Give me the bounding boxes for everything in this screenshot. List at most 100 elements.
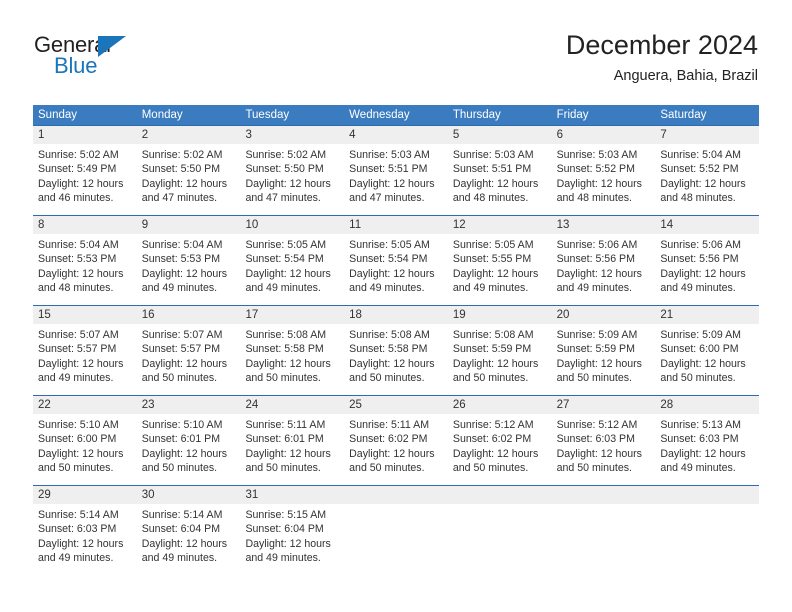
sunset-text: Sunset: 6:00 PM xyxy=(38,433,117,446)
daylight-text-line1: Daylight: 12 hours xyxy=(452,447,539,460)
day-number: 5 xyxy=(452,129,460,141)
week-detail-row: Sunrise: 5:02 AM Sunset: 5:49 PM Dayligh… xyxy=(33,144,759,215)
daylight-text-line2: and 49 minutes. xyxy=(245,282,321,295)
daylight-text-line1: Daylight: 12 hours xyxy=(141,267,228,280)
daylight-text-line2: and 50 minutes. xyxy=(38,462,114,475)
day-cell[interactable]: Sunrise: 5:06 AM Sunset: 5:56 PM Dayligh… xyxy=(655,234,759,305)
sunrise-text: Sunrise: 5:08 AM xyxy=(349,329,430,341)
day-cell[interactable]: Sunrise: 5:11 AM Sunset: 6:01 PM Dayligh… xyxy=(240,414,344,485)
daylight-text-line1: Daylight: 12 hours xyxy=(38,357,124,370)
sunrise-text: Sunrise: 5:14 AM xyxy=(38,509,119,521)
daylight-text-line1: Daylight: 12 hours xyxy=(556,177,642,190)
day-cell[interactable]: Sunrise: 5:14 AM Sunset: 6:03 PM Dayligh… xyxy=(33,504,137,575)
day-cell[interactable]: Sunrise: 5:04 AM Sunset: 5:52 PM Dayligh… xyxy=(655,144,759,215)
daylight-text-line2: and 50 minutes. xyxy=(245,462,321,475)
daylight-text-line1: Daylight: 12 hours xyxy=(245,537,331,550)
day-cell-empty xyxy=(448,504,552,575)
daylight-text-line2: and 46 minutes. xyxy=(38,192,114,205)
day-number: 7 xyxy=(660,129,667,141)
general-blue-logo[interactable]: General Blue xyxy=(34,33,164,85)
day-number: 27 xyxy=(556,399,570,411)
daylight-text-line1: Daylight: 12 hours xyxy=(141,537,228,550)
day-number: 15 xyxy=(38,309,51,321)
sunrise-text: Sunrise: 5:03 AM xyxy=(452,149,534,161)
day-number: 28 xyxy=(660,399,674,411)
daylight-text-line2: and 47 minutes. xyxy=(245,192,321,205)
day-cell[interactable]: Sunrise: 5:03 AM Sunset: 5:51 PM Dayligh… xyxy=(344,144,448,215)
week-row: 1 2 3 4 5 6 7 Sunrise: 5:02 AM Sunset: 5… xyxy=(33,125,759,215)
sunrise-text: Sunrise: 5:03 AM xyxy=(556,149,638,161)
day-cell[interactable]: Sunrise: 5:09 AM Sunset: 6:00 PM Dayligh… xyxy=(655,324,759,395)
daylight-text-line1: Daylight: 12 hours xyxy=(141,357,228,370)
day-number: 22 xyxy=(38,399,51,411)
day-cell[interactable]: Sunrise: 5:12 AM Sunset: 6:03 PM Dayligh… xyxy=(552,414,656,485)
sunset-text: Sunset: 6:01 PM xyxy=(245,433,324,446)
day-cell[interactable]: Sunrise: 5:05 AM Sunset: 5:54 PM Dayligh… xyxy=(240,234,344,305)
sunset-text: Sunset: 6:03 PM xyxy=(38,523,117,536)
daylight-text-line1: Daylight: 12 hours xyxy=(38,447,124,460)
sunset-text: Sunset: 5:54 PM xyxy=(349,253,428,266)
day-cell[interactable]: Sunrise: 5:03 AM Sunset: 5:51 PM Dayligh… xyxy=(448,144,552,215)
day-number: 11 xyxy=(349,219,362,231)
daylight-text-line2: and 49 minutes. xyxy=(452,282,529,295)
day-number: 6 xyxy=(556,129,563,141)
week-daynumber-band: 8 9 10 11 12 13 14 xyxy=(33,216,759,234)
page-title: December 2024 xyxy=(565,30,758,60)
day-cell[interactable]: Sunrise: 5:06 AM Sunset: 5:56 PM Dayligh… xyxy=(552,234,656,305)
daylight-text-line2: and 50 minutes. xyxy=(660,372,736,385)
sunrise-text: Sunrise: 5:06 AM xyxy=(556,239,638,251)
weekday-header-saturday: Saturday xyxy=(660,109,707,121)
day-cell[interactable]: Sunrise: 5:11 AM Sunset: 6:02 PM Dayligh… xyxy=(344,414,448,485)
day-cell[interactable]: Sunrise: 5:04 AM Sunset: 5:53 PM Dayligh… xyxy=(33,234,137,305)
sunrise-text: Sunrise: 5:02 AM xyxy=(38,149,119,161)
day-cell[interactable]: Sunrise: 5:08 AM Sunset: 5:59 PM Dayligh… xyxy=(448,324,552,395)
sunrise-text: Sunrise: 5:09 AM xyxy=(556,329,638,341)
day-number: 29 xyxy=(38,489,51,501)
day-cell[interactable]: Sunrise: 5:10 AM Sunset: 6:01 PM Dayligh… xyxy=(137,414,241,485)
day-cell[interactable]: Sunrise: 5:10 AM Sunset: 6:00 PM Dayligh… xyxy=(33,414,137,485)
day-cell[interactable]: Sunrise: 5:09 AM Sunset: 5:59 PM Dayligh… xyxy=(552,324,656,395)
day-number: 18 xyxy=(349,309,362,321)
daylight-text-line2: and 49 minutes. xyxy=(38,372,114,385)
day-cell[interactable]: Sunrise: 5:08 AM Sunset: 5:58 PM Dayligh… xyxy=(240,324,344,395)
daylight-text-line2: and 48 minutes. xyxy=(660,192,736,205)
sunrise-text: Sunrise: 5:05 AM xyxy=(452,239,534,251)
calendar-page: General Blue December 2024 Anguera, Bahi… xyxy=(0,0,792,612)
day-cell-empty xyxy=(552,504,656,575)
sunrise-text: Sunrise: 5:03 AM xyxy=(349,149,430,161)
day-number: 30 xyxy=(141,489,155,501)
day-cell[interactable]: Sunrise: 5:07 AM Sunset: 5:57 PM Dayligh… xyxy=(33,324,137,395)
sunset-text: Sunset: 6:02 PM xyxy=(349,433,428,446)
day-cell[interactable]: Sunrise: 5:07 AM Sunset: 5:57 PM Dayligh… xyxy=(137,324,241,395)
day-cell-empty xyxy=(655,504,759,575)
location-subtitle: Anguera, Bahia, Brazil xyxy=(613,68,758,84)
day-cell[interactable]: Sunrise: 5:14 AM Sunset: 6:04 PM Dayligh… xyxy=(137,504,241,575)
daylight-text-line2: and 47 minutes. xyxy=(141,192,218,205)
day-number: 1 xyxy=(38,129,45,141)
daylight-text-line1: Daylight: 12 hours xyxy=(660,357,746,370)
day-cell[interactable]: Sunrise: 5:03 AM Sunset: 5:52 PM Dayligh… xyxy=(552,144,656,215)
daylight-text-line1: Daylight: 12 hours xyxy=(349,357,435,370)
weekday-header-thursday: Thursday xyxy=(452,109,501,121)
day-number: 13 xyxy=(556,219,570,231)
day-cell[interactable]: Sunrise: 5:02 AM Sunset: 5:50 PM Dayligh… xyxy=(137,144,241,215)
title-block: December 2024 Anguera, Bahia, Brazil xyxy=(566,29,758,85)
sunrise-text: Sunrise: 5:13 AM xyxy=(660,419,741,431)
daylight-text-line1: Daylight: 12 hours xyxy=(245,357,331,370)
day-cell[interactable]: Sunrise: 5:02 AM Sunset: 5:49 PM Dayligh… xyxy=(33,144,137,215)
daylight-text-line2: and 49 minutes. xyxy=(141,282,218,295)
weekday-header-wednesday: Wednesday xyxy=(349,109,410,121)
day-cell[interactable]: Sunrise: 5:05 AM Sunset: 5:55 PM Dayligh… xyxy=(448,234,552,305)
day-number: 9 xyxy=(141,219,149,231)
day-cell[interactable]: Sunrise: 5:15 AM Sunset: 6:04 PM Dayligh… xyxy=(240,504,344,575)
sunset-text: Sunset: 5:59 PM xyxy=(556,343,635,356)
day-cell[interactable]: Sunrise: 5:02 AM Sunset: 5:50 PM Dayligh… xyxy=(240,144,344,215)
sunrise-text: Sunrise: 5:08 AM xyxy=(452,329,534,341)
day-cell[interactable]: Sunrise: 5:05 AM Sunset: 5:54 PM Dayligh… xyxy=(344,234,448,305)
day-number-empty xyxy=(552,486,656,504)
day-number-empty xyxy=(655,486,759,504)
day-cell[interactable]: Sunrise: 5:04 AM Sunset: 5:53 PM Dayligh… xyxy=(137,234,241,305)
day-cell[interactable]: Sunrise: 5:12 AM Sunset: 6:02 PM Dayligh… xyxy=(448,414,552,485)
day-cell[interactable]: Sunrise: 5:13 AM Sunset: 6:03 PM Dayligh… xyxy=(655,414,759,485)
day-cell[interactable]: Sunrise: 5:08 AM Sunset: 5:58 PM Dayligh… xyxy=(344,324,448,395)
